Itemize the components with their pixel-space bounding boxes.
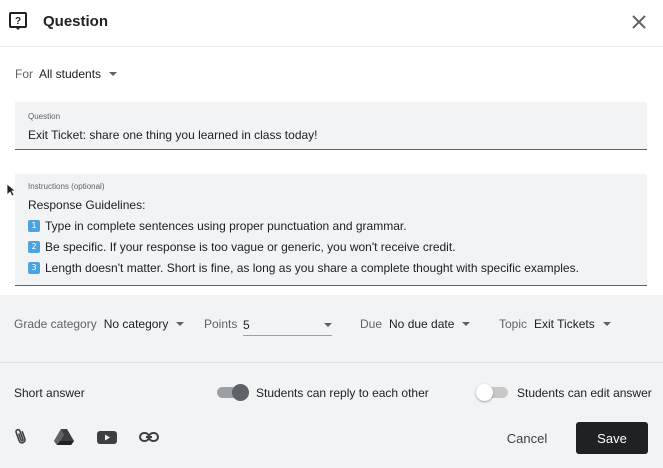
dialog-header: ? Question <box>0 0 663 47</box>
save-button[interactable]: Save <box>576 422 648 454</box>
reply-toggle-label: Students can reply to each other <box>256 386 429 400</box>
points-value: 5 <box>243 317 250 332</box>
number-2-icon: 2 <box>28 241 40 253</box>
divider <box>0 362 663 363</box>
assign-to-dropdown[interactable]: For All students <box>15 67 118 81</box>
assign-label: For <box>15 67 33 81</box>
youtube-icon[interactable] <box>96 428 118 446</box>
instructions-heading: Response Guidelines: <box>28 198 146 212</box>
google-drive-icon[interactable] <box>53 428 75 446</box>
instruction-item: 3 Length doesn't matter. Short is fine, … <box>28 261 579 275</box>
reply-toggle[interactable] <box>217 384 249 401</box>
topic-value: Exit Tickets <box>534 317 595 331</box>
grade-category-value: No category <box>103 317 169 331</box>
topic-label: Topic <box>499 317 528 331</box>
instruction-text: Type in complete sentences using proper … <box>45 219 407 233</box>
edit-answer-toggle-label: Students can edit answer <box>517 386 652 400</box>
chevron-down-icon <box>109 72 118 76</box>
assign-value: All students <box>39 67 102 81</box>
instructions-label: Instructions (optional) <box>28 182 105 191</box>
question-text: Exit Ticket: share one thing you learned… <box>28 128 318 142</box>
instruction-item: 1 Type in complete sentences using prope… <box>28 219 407 233</box>
chevron-down-icon <box>176 322 185 326</box>
number-1-icon: 1 <box>28 220 40 232</box>
grade-category-dropdown[interactable]: Grade category No category <box>14 317 185 331</box>
question-type-label: Short answer <box>14 386 85 400</box>
svg-text:?: ? <box>15 16 21 27</box>
due-label: Due <box>360 317 383 331</box>
instruction-item: 2 Be specific. If your response is too v… <box>28 240 456 254</box>
toggle-knob <box>232 384 249 401</box>
link-icon[interactable] <box>138 428 160 446</box>
question-label: Question <box>28 112 61 121</box>
instruction-text: Be specific. If your response is too vag… <box>45 240 456 254</box>
due-value: No due date <box>389 317 455 331</box>
number-3-icon: 3 <box>28 262 40 274</box>
dialog-title: Question <box>43 13 109 30</box>
grade-category-label: Grade category <box>14 317 97 331</box>
edit-answer-toggle[interactable] <box>476 384 508 401</box>
close-icon[interactable] <box>629 12 649 32</box>
points-label: Points <box>204 317 238 331</box>
points-label-wrap: Points <box>204 317 244 331</box>
cancel-button[interactable]: Cancel <box>494 423 560 453</box>
chevron-down-icon <box>602 322 611 326</box>
chevron-down-icon <box>324 322 332 327</box>
chevron-down-icon <box>462 322 471 326</box>
toggle-knob <box>476 384 493 401</box>
question-input[interactable]: Question Exit Ticket: share one thing yo… <box>15 102 647 150</box>
instruction-text: Length doesn't matter. Short is fine, as… <box>45 261 579 275</box>
points-dropdown[interactable]: 5 <box>243 314 332 336</box>
topic-dropdown[interactable]: Topic Exit Tickets <box>499 317 611 331</box>
question-box-icon: ? <box>9 12 27 30</box>
paperclip-icon[interactable] <box>11 428 33 446</box>
instructions-textarea[interactable]: Instructions (optional) Response Guideli… <box>15 174 647 286</box>
due-dropdown[interactable]: Due No due date <box>360 317 471 331</box>
